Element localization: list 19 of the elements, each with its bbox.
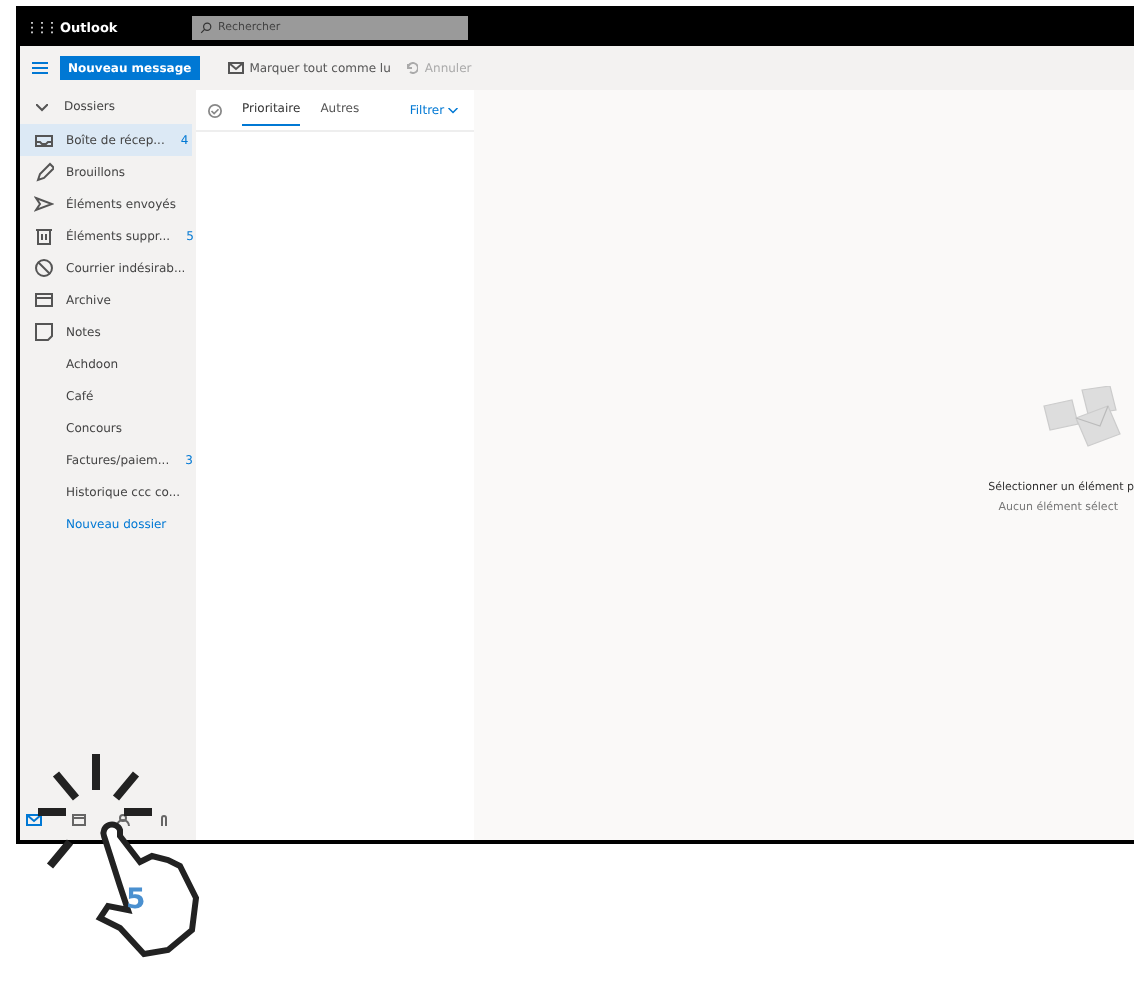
trash-icon — [34, 226, 54, 246]
people-icon[interactable] — [116, 814, 130, 826]
chevron-down-icon[interactable] — [36, 103, 48, 111]
select-all-icon[interactable] — [208, 103, 222, 117]
undo-icon — [406, 62, 419, 74]
send-icon — [34, 194, 54, 214]
chevron-down-icon — [448, 107, 458, 113]
mail-icon[interactable] — [26, 814, 42, 826]
calendar-icon[interactable] — [72, 814, 86, 826]
archive-icon — [34, 290, 54, 310]
paperclip-icon[interactable] — [160, 814, 168, 828]
step-number: 5 — [126, 884, 146, 916]
note-icon — [34, 322, 54, 342]
menu-icon[interactable] — [32, 62, 48, 74]
search-icon — [200, 22, 212, 34]
pencil-icon — [34, 162, 54, 182]
envelope-icon — [227, 62, 244, 74]
inbox-icon — [34, 130, 54, 150]
blocked-icon — [34, 258, 54, 278]
